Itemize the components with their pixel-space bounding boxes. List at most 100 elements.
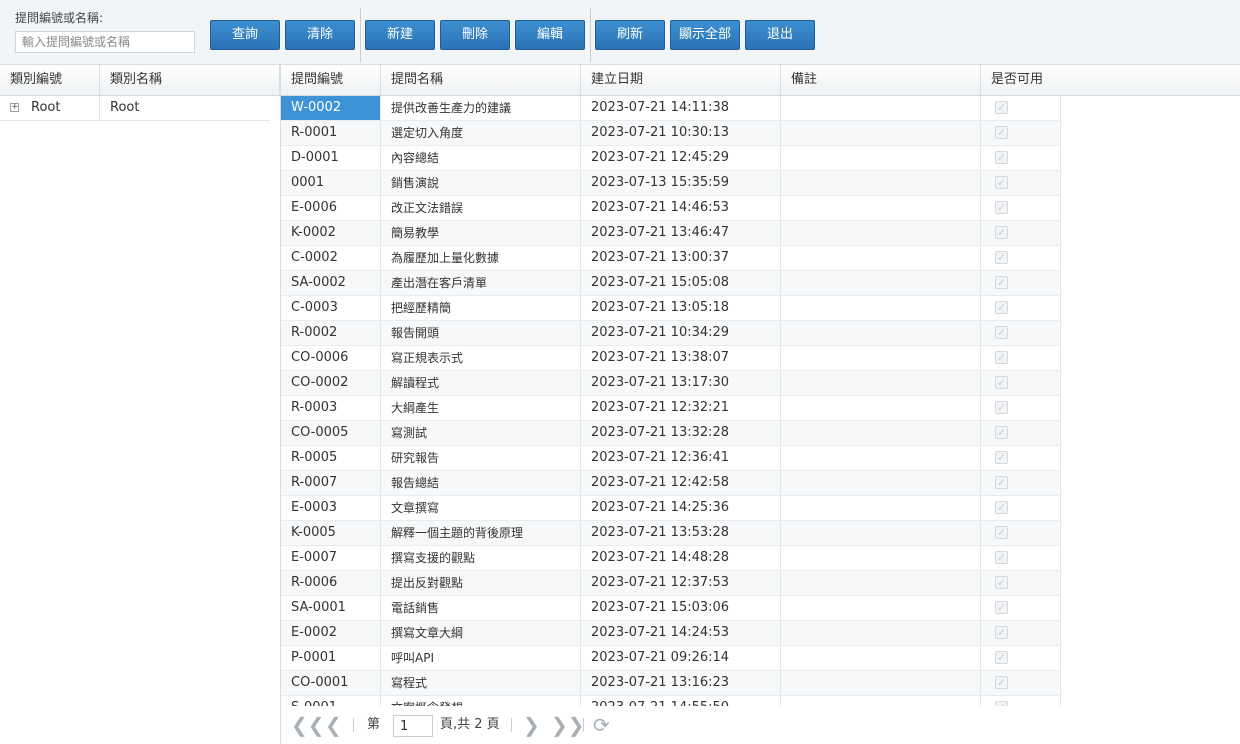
enabled-checkbox[interactable]: ✓: [995, 451, 1008, 464]
table-row[interactable]: CO-0005 寫測試 2023-07-21 13:32:28 ✓: [281, 421, 1061, 446]
last-page-icon[interactable]: ❯❯: [551, 714, 585, 736]
enabled-checkbox[interactable]: ✓: [995, 601, 1008, 614]
enabled-checkbox[interactable]: ✓: [995, 301, 1008, 314]
search-input[interactable]: [15, 31, 195, 53]
table-row[interactable]: W-0002 提供改善生產力的建議 2023-07-21 14:11:38 ✓: [281, 96, 1061, 121]
note-cell: [781, 696, 981, 706]
enabled-checkbox[interactable]: ✓: [995, 576, 1008, 589]
category-name-cell: Root: [110, 100, 140, 115]
note-column-header[interactable]: 備註: [781, 65, 981, 95]
enabled-checkbox[interactable]: ✓: [995, 401, 1008, 414]
enabled-checkbox[interactable]: ✓: [995, 201, 1008, 214]
enabled-checkbox[interactable]: ✓: [995, 551, 1008, 564]
table-row[interactable]: K-0002 簡易教學 2023-07-21 13:46:47 ✓: [281, 221, 1061, 246]
table-row[interactable]: R-0001 選定切入角度 2023-07-21 10:30:13 ✓: [281, 121, 1061, 146]
name-cell: 撰寫支援的觀點: [381, 546, 581, 570]
date-column-header[interactable]: 建立日期: [581, 65, 781, 95]
enabled-checkbox[interactable]: ✓: [995, 251, 1008, 264]
table-row[interactable]: CO-0002 解讀程式 2023-07-21 13:17:30 ✓: [281, 371, 1061, 396]
table-row[interactable]: E-0007 撰寫支援的觀點 2023-07-21 14:48:28 ✓: [281, 546, 1061, 571]
enabled-cell: ✓: [981, 621, 1061, 645]
enabled-checkbox[interactable]: ✓: [995, 276, 1008, 289]
enabled-checkbox[interactable]: ✓: [995, 376, 1008, 389]
new-button[interactable]: 新建: [365, 20, 435, 50]
enabled-checkbox[interactable]: ✓: [995, 476, 1008, 489]
table-row[interactable]: CO-0006 寫正規表示式 2023-07-21 13:38:07 ✓: [281, 346, 1061, 371]
name-cell: 改正文法錯誤: [381, 196, 581, 220]
date-cell: 2023-07-21 10:34:29: [581, 321, 781, 345]
enabled-checkbox[interactable]: ✓: [995, 426, 1008, 439]
table-row[interactable]: R-0007 報告總結 2023-07-21 12:42:58 ✓: [281, 471, 1061, 496]
page-total-label: 頁,共 2 頁: [440, 717, 500, 732]
table-row[interactable]: E-0002 撰寫文章大綱 2023-07-21 14:24:53 ✓: [281, 621, 1061, 646]
category-row[interactable]: + Root Root: [0, 96, 270, 121]
refresh-button[interactable]: 刷新: [595, 20, 665, 50]
table-row[interactable]: R-0006 提出反對觀點 2023-07-21 12:37:53 ✓: [281, 571, 1061, 596]
table-row[interactable]: R-0002 報告開頭 2023-07-21 10:34:29 ✓: [281, 321, 1061, 346]
exit-button[interactable]: 退出: [745, 20, 815, 50]
enabled-checkbox[interactable]: ✓: [995, 326, 1008, 339]
enabled-checkbox[interactable]: ✓: [995, 151, 1008, 164]
clear-button[interactable]: 清除: [285, 20, 355, 50]
enabled-checkbox[interactable]: ✓: [995, 351, 1008, 364]
search-label: 提問編號或名稱:: [15, 11, 104, 25]
enabled-checkbox[interactable]: ✓: [995, 626, 1008, 639]
table-row[interactable]: SA-0002 產出潛在客戶清單 2023-07-21 15:05:08 ✓: [281, 271, 1061, 296]
page-number-input[interactable]: [393, 715, 433, 737]
name-cell: 解釋一個主題的背後原理: [381, 521, 581, 545]
category-name-header[interactable]: 類別名稱: [100, 65, 280, 95]
date-cell: 2023-07-21 12:45:29: [581, 146, 781, 170]
enabled-checkbox[interactable]: ✓: [995, 176, 1008, 189]
table-row[interactable]: D-0001 內容總結 2023-07-21 12:45:29 ✓: [281, 146, 1061, 171]
code-cell: S-0001: [281, 696, 381, 706]
enabled-checkbox[interactable]: ✓: [995, 676, 1008, 689]
enabled-checkbox[interactable]: ✓: [995, 226, 1008, 239]
next-page-icon[interactable]: ❯: [523, 714, 540, 736]
enabled-cell: ✓: [981, 196, 1061, 220]
date-cell: 2023-07-21 13:05:18: [581, 296, 781, 320]
edit-button[interactable]: 編輯: [515, 20, 585, 50]
note-cell: [781, 171, 981, 195]
note-cell: [781, 496, 981, 520]
enabled-cell: ✓: [981, 421, 1061, 445]
table-row[interactable]: E-0003 文章撰寫 2023-07-21 14:25:36 ✓: [281, 496, 1061, 521]
category-code-header[interactable]: 類別編號: [0, 65, 100, 95]
name-cell: 解讀程式: [381, 371, 581, 395]
table-row[interactable]: 0001 銷售演說 2023-07-13 15:35:59 ✓: [281, 171, 1061, 196]
refresh-icon[interactable]: ⟳: [593, 714, 610, 736]
table-row[interactable]: SA-0001 電話銷售 2023-07-21 15:03:06 ✓: [281, 596, 1061, 621]
first-page-icon[interactable]: ❮❮: [291, 714, 325, 736]
category-pane: 類別編號 類別名稱 + Root Root: [0, 65, 280, 744]
enabled-column-header[interactable]: 是否可用: [981, 65, 1240, 95]
table-row[interactable]: C-0002 為履歷加上量化數據 2023-07-21 13:00:37 ✓: [281, 246, 1061, 271]
code-cell: R-0001: [281, 121, 381, 145]
table-row[interactable]: CO-0001 寫程式 2023-07-21 13:16:23 ✓: [281, 671, 1061, 696]
table-row[interactable]: R-0003 大綱產生 2023-07-21 12:32:21 ✓: [281, 396, 1061, 421]
prev-page-icon[interactable]: ❮: [325, 714, 342, 736]
code-cell: K-0002: [281, 221, 381, 245]
code-column-header[interactable]: 提問編號: [281, 65, 381, 95]
enabled-checkbox[interactable]: ✓: [995, 526, 1008, 539]
enabled-checkbox[interactable]: ✓: [995, 101, 1008, 114]
query-button[interactable]: 查詢: [210, 20, 280, 50]
note-cell: [781, 246, 981, 270]
table-row[interactable]: R-0005 研究報告 2023-07-21 12:36:41 ✓: [281, 446, 1061, 471]
table-row[interactable]: S-0001文案概念發想2023-07-21 14:55:50 ✓: [281, 696, 1061, 706]
expand-plus-icon[interactable]: +: [10, 103, 19, 112]
table-row[interactable]: P-0001 呼叫API 2023-07-21 09:26:14 ✓: [281, 646, 1061, 671]
table-row[interactable]: E-0006 改正文法錯誤 2023-07-21 14:46:53 ✓: [281, 196, 1061, 221]
date-cell: 2023-07-21 12:32:21: [581, 396, 781, 420]
enabled-cell: ✓: [981, 271, 1061, 295]
note-cell: [781, 646, 981, 670]
enabled-cell: ✓: [981, 546, 1061, 570]
enabled-checkbox[interactable]: ✓: [995, 651, 1008, 664]
date-cell: 2023-07-21 13:32:28: [581, 421, 781, 445]
enabled-checkbox[interactable]: ✓: [995, 501, 1008, 514]
name-column-header[interactable]: 提問名稱: [381, 65, 581, 95]
table-row[interactable]: C-0003 把經歷精簡 2023-07-21 13:05:18 ✓: [281, 296, 1061, 321]
table-row[interactable]: K-0005 解釋一個主題的背後原理 2023-07-21 13:53:28 ✓: [281, 521, 1061, 546]
date-cell: 2023-07-13 15:35:59: [581, 171, 781, 195]
enabled-checkbox[interactable]: ✓: [995, 126, 1008, 139]
delete-button[interactable]: 刪除: [440, 20, 510, 50]
show-all-button[interactable]: 顯示全部: [670, 20, 740, 50]
